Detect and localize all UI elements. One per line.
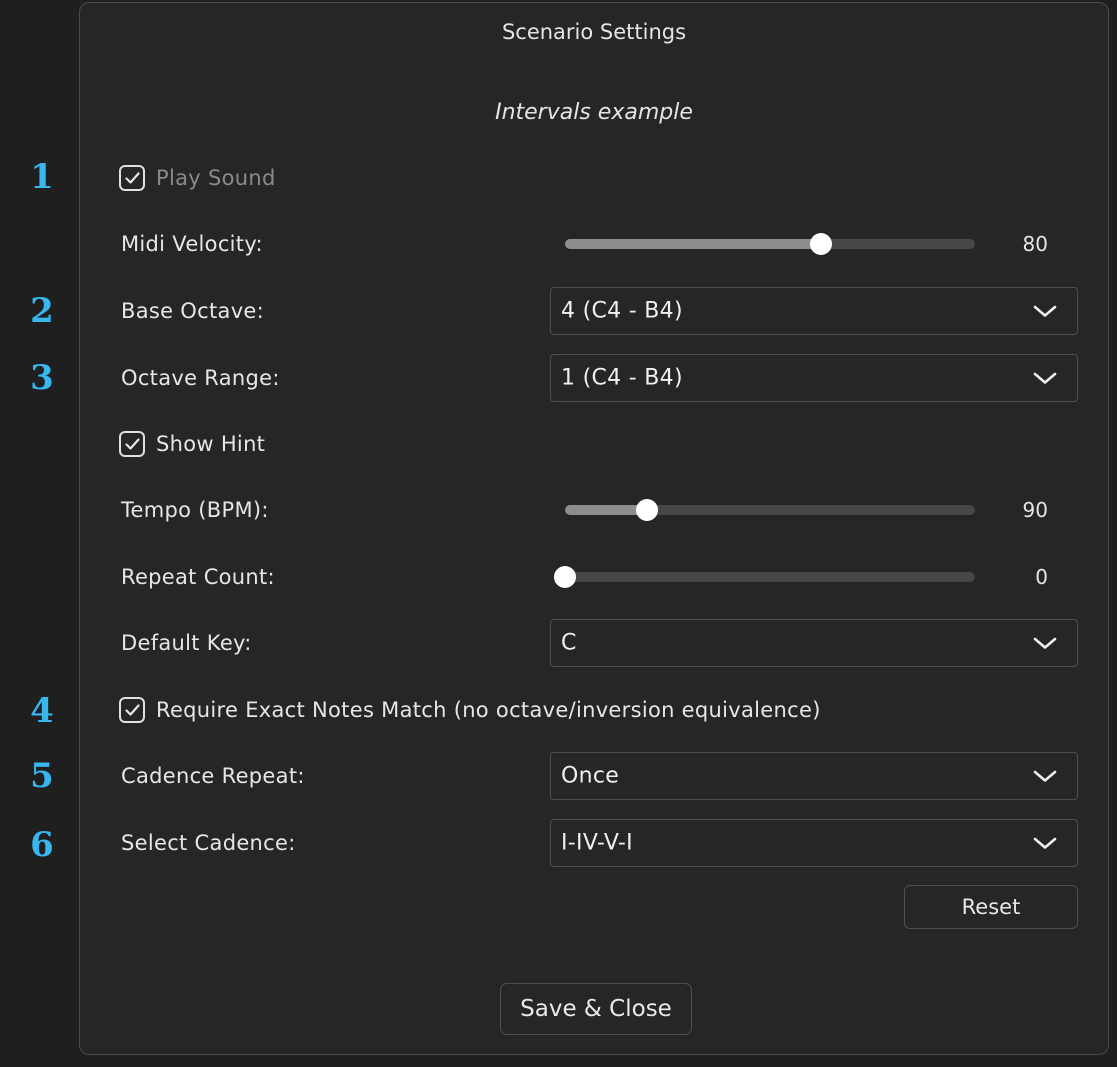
repeat-count-label: Repeat Count: bbox=[121, 565, 275, 589]
slider-fill bbox=[565, 505, 647, 515]
tempo-row: Tempo (BPM): 90 bbox=[80, 486, 1108, 534]
repeat-count-value: 0 bbox=[1035, 565, 1048, 589]
annotation-marker-5: 5 bbox=[30, 756, 54, 796]
tempo-slider[interactable] bbox=[565, 499, 975, 521]
play-sound-label: Play Sound bbox=[156, 166, 276, 190]
scenario-settings-dialog: Scenario Settings Intervals example Play… bbox=[79, 2, 1109, 1055]
show-hint-label: Show Hint bbox=[156, 432, 266, 456]
slider-thumb[interactable] bbox=[810, 233, 833, 255]
exact-match-row: Require Exact Notes Match (no octave/inv… bbox=[80, 686, 1108, 734]
show-hint-row: Show Hint bbox=[80, 420, 1108, 468]
default-key-value: C bbox=[561, 630, 577, 656]
checkbox-box[interactable] bbox=[119, 431, 145, 457]
chevron-down-icon bbox=[1033, 637, 1057, 649]
base-octave-value: 4 (C4 - B4) bbox=[561, 298, 683, 324]
dialog-title: Scenario Settings bbox=[501, 20, 687, 44]
octave-range-label: Octave Range: bbox=[121, 366, 280, 390]
midi-velocity-value: 80 bbox=[1022, 232, 1048, 256]
play-sound-row: Play Sound bbox=[80, 154, 1108, 202]
base-octave-select[interactable]: 4 (C4 - B4) bbox=[550, 287, 1078, 335]
annotation-marker-1: 1 bbox=[30, 157, 54, 197]
annotation-marker-4: 4 bbox=[30, 691, 54, 731]
slider-thumb[interactable] bbox=[636, 499, 658, 521]
chevron-down-icon bbox=[1033, 770, 1057, 782]
cadence-repeat-label: Cadence Repeat: bbox=[121, 764, 305, 788]
chevron-down-icon bbox=[1033, 837, 1057, 849]
reset-button[interactable]: Reset bbox=[904, 885, 1078, 929]
annotation-marker-6: 6 bbox=[30, 825, 54, 865]
exact-match-label: Require Exact Notes Match (no octave/inv… bbox=[156, 698, 821, 722]
repeat-count-row: Repeat Count: 0 bbox=[80, 553, 1108, 601]
base-octave-label: Base Octave: bbox=[121, 299, 265, 323]
midi-velocity-row: Midi Velocity: 80 bbox=[80, 220, 1108, 268]
checkbox-box[interactable] bbox=[119, 697, 145, 723]
cadence-repeat-value: Once bbox=[561, 763, 620, 789]
octave-range-select[interactable]: 1 (C4 - B4) bbox=[550, 354, 1078, 402]
default-key-label: Default Key: bbox=[121, 631, 252, 655]
repeat-count-slider[interactable] bbox=[554, 566, 975, 588]
slider-thumb[interactable] bbox=[554, 566, 576, 588]
tempo-label: Tempo (BPM): bbox=[121, 498, 269, 522]
exact-match-checkbox[interactable]: Require Exact Notes Match (no octave/inv… bbox=[119, 697, 821, 723]
midi-velocity-slider[interactable] bbox=[565, 233, 975, 255]
save-close-button[interactable]: Save & Close bbox=[500, 983, 692, 1035]
scenario-name: Intervals example bbox=[495, 100, 693, 125]
checkbox-box[interactable] bbox=[119, 165, 145, 191]
octave-range-value: 1 (C4 - B4) bbox=[561, 365, 683, 391]
default-key-row: Default Key: C bbox=[80, 619, 1108, 667]
slider-fill bbox=[565, 239, 822, 249]
octave-range-row: Octave Range: 1 (C4 - B4) bbox=[80, 354, 1108, 402]
cadence-repeat-row: Cadence Repeat: Once bbox=[80, 752, 1108, 800]
screen: 1 2 3 4 5 6 Scenario Settings Intervals … bbox=[0, 0, 1117, 1067]
annotation-marker-2: 2 bbox=[30, 291, 54, 331]
cadence-repeat-select[interactable]: Once bbox=[550, 752, 1078, 800]
check-icon bbox=[125, 438, 140, 450]
show-hint-checkbox[interactable]: Show Hint bbox=[119, 431, 265, 457]
select-cadence-select[interactable]: I-IV-V-I bbox=[550, 819, 1078, 867]
select-cadence-row: Select Cadence: I-IV-V-I bbox=[80, 819, 1108, 867]
chevron-down-icon bbox=[1033, 372, 1057, 384]
chevron-down-icon bbox=[1033, 305, 1057, 317]
play-sound-checkbox[interactable]: Play Sound bbox=[119, 165, 276, 191]
check-icon bbox=[125, 704, 140, 716]
select-cadence-label: Select Cadence: bbox=[121, 831, 296, 855]
check-icon bbox=[125, 172, 140, 184]
annotation-marker-3: 3 bbox=[30, 358, 54, 398]
default-key-select[interactable]: C bbox=[550, 619, 1078, 667]
tempo-value: 90 bbox=[1022, 498, 1048, 522]
midi-velocity-label: Midi Velocity: bbox=[121, 232, 263, 256]
select-cadence-value: I-IV-V-I bbox=[561, 830, 633, 856]
base-octave-row: Base Octave: 4 (C4 - B4) bbox=[80, 287, 1108, 335]
